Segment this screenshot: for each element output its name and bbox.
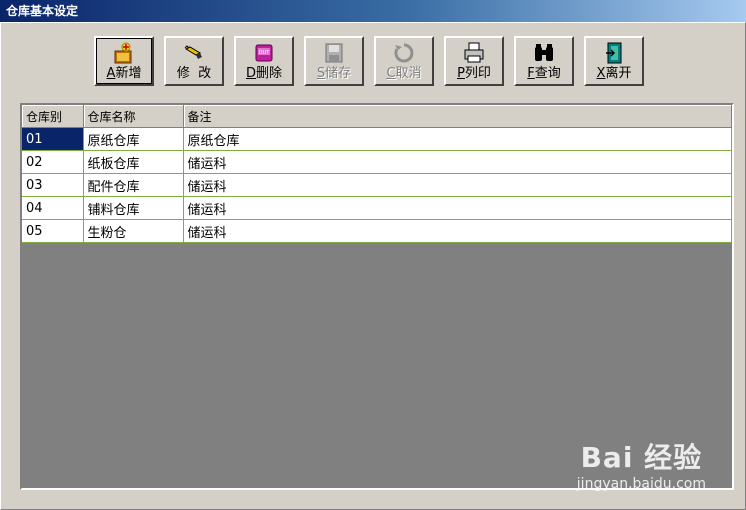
search-hotkey: F [527,66,535,81]
table-header-row: 仓库别 仓库名称 备注 [22,105,732,128]
binoculars-icon [531,41,557,65]
delete-label: 删除 [256,66,283,81]
print-label: 列印 [464,66,491,81]
cancel-recycle-icon [391,41,417,65]
cell-remark[interactable]: 储运科 [183,150,732,174]
cell-code[interactable]: 02 [22,150,84,174]
table-row[interactable]: 04 铺料仓库 储运科 [22,196,732,220]
cell-name[interactable]: 配件仓库 [83,173,184,197]
search-button[interactable]: F查询 [514,36,574,86]
delete-button[interactable]: OUT D删除 [234,36,294,86]
table-row[interactable]: 03 配件仓库 储运科 [22,173,732,197]
column-header-name[interactable]: 仓库名称 [83,105,184,128]
window-title: 仓库基本设定 [0,0,746,22]
add-label: 新增 [115,66,142,81]
delete-hotkey: D [245,66,256,81]
cell-code[interactable]: 04 [22,196,84,220]
printer-icon [461,41,487,65]
cell-code[interactable]: 05 [22,219,84,243]
cell-name[interactable]: 铺料仓库 [83,196,184,220]
watermark-url: jingyan.baidu.com [576,476,706,492]
exit-label: 离开 [605,66,632,81]
toolbar: A新增 修 改 OUT D删除 S储存 C取消 P列印 F查询 X离开 [94,36,644,90]
cell-name[interactable]: 生粉仓 [83,219,184,243]
save-disk-icon [321,41,347,65]
exit-door-icon [601,41,627,65]
table-row[interactable]: 02 纸板仓库 储运科 [22,150,732,174]
save-hotkey: S [316,66,326,81]
cancel-hotkey: C [386,66,396,81]
search-label: 查询 [534,66,561,81]
cancel-label: 取消 [395,66,422,81]
cell-name[interactable]: 纸板仓库 [83,150,184,174]
print-hotkey: P [457,66,465,81]
edit-button[interactable]: 修 改 [164,36,224,86]
cell-remark[interactable]: 储运科 [183,219,732,243]
table-row[interactable]: 05 生粉仓 储运科 [22,219,732,243]
save-button[interactable]: S储存 [304,36,364,86]
delete-out-icon: OUT [251,41,277,65]
exit-button[interactable]: X离开 [584,36,644,86]
add-box-icon [111,41,137,65]
cell-code[interactable]: 01 [22,127,84,151]
column-header-code[interactable]: 仓库别 [22,105,84,128]
cell-remark[interactable]: 储运科 [183,196,732,220]
add-button[interactable]: A新增 [94,36,154,86]
cell-remark[interactable]: 储运科 [183,173,732,197]
edit-label: 修 改 [176,66,212,81]
cell-code[interactable]: 03 [22,173,84,197]
warehouse-table: 仓库别 仓库名称 备注 01 原纸仓库 原纸仓库 02 纸板仓库 储运科 03 … [22,105,732,243]
cancel-button[interactable]: C取消 [374,36,434,86]
watermark-logo: Bai 经验 [580,441,703,474]
edit-pencil-icon [181,41,207,65]
warehouse-grid[interactable]: 仓库别 仓库名称 备注 01 原纸仓库 原纸仓库 02 纸板仓库 储运科 03 … [20,103,734,490]
column-header-remark[interactable]: 备注 [183,105,732,128]
cell-name[interactable]: 原纸仓库 [83,127,184,151]
table-row[interactable]: 01 原纸仓库 原纸仓库 [22,127,732,151]
save-label: 储存 [325,66,352,81]
print-button[interactable]: P列印 [444,36,504,86]
cell-remark[interactable]: 原纸仓库 [183,127,732,151]
watermark: Bai 经验 jingyan.baidu.com [577,436,706,492]
svg-text:OUT: OUT [259,50,271,56]
